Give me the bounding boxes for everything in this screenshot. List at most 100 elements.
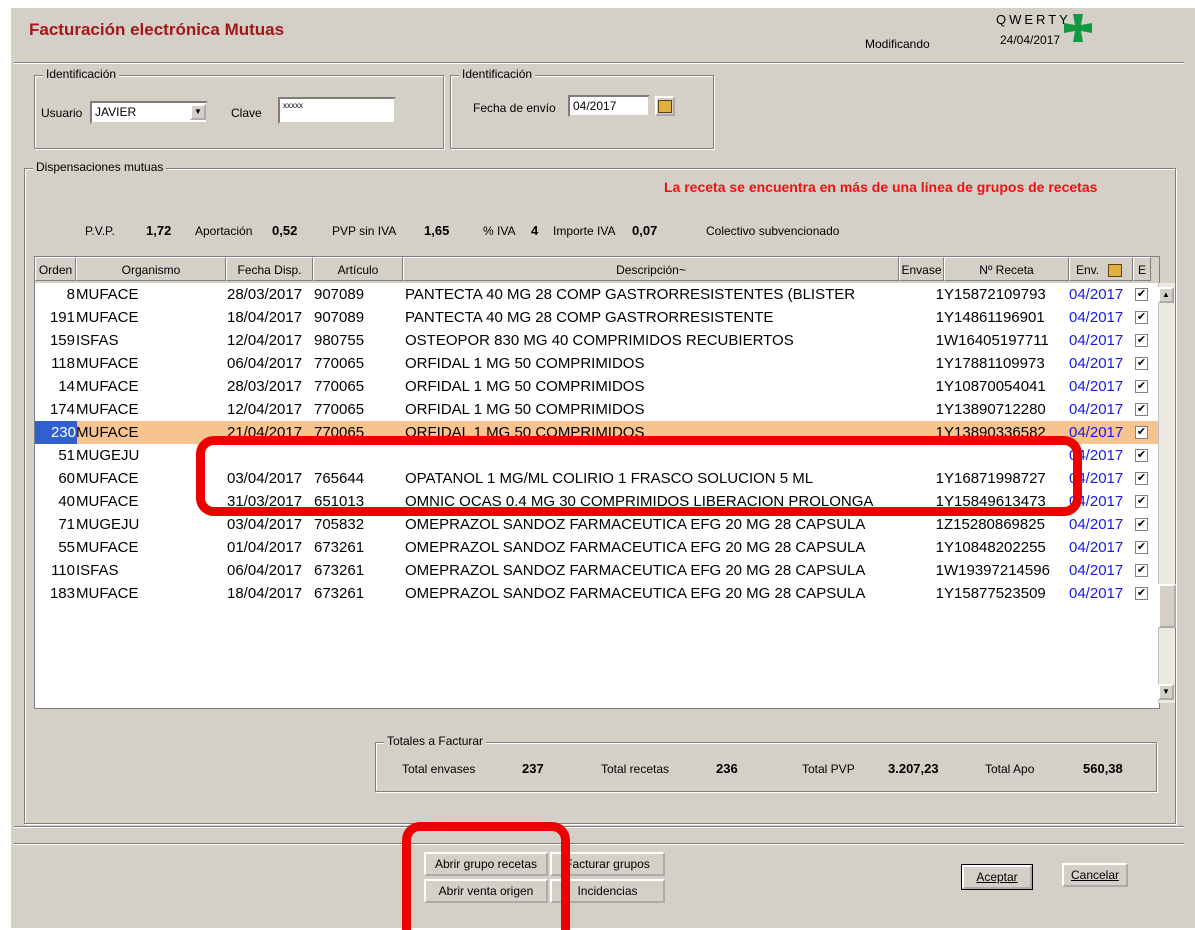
- total-pvp-value: 3.207,23: [888, 761, 939, 776]
- footer-divider: [14, 826, 1184, 828]
- row-checkbox[interactable]: ✔: [1135, 380, 1148, 393]
- total-envases-label: Total envases: [402, 762, 476, 776]
- table-row[interactable]: 55 MUFACE 01/04/2017 673261 OMEPRAZOL SANDOZ…: [35, 536, 1159, 559]
- env-fecha-cell: 04/2017: [1069, 355, 1124, 372]
- orden-cell: 60: [58, 470, 75, 487]
- table-row[interactable]: 191 MUFACE 18/04/2017 907089 PANTECTA 40 MG …: [35, 306, 1159, 329]
- calendar-icon[interactable]: [655, 96, 675, 116]
- fecha-cell: 12/04/2017: [227, 332, 303, 349]
- col-organismo[interactable]: Organismo: [76, 257, 226, 281]
- row-checkbox[interactable]: ✔: [1135, 311, 1148, 324]
- articulo-cell: 907089: [314, 286, 365, 303]
- envase-cell: 1: [935, 516, 944, 533]
- row-checkbox[interactable]: ✔: [1135, 587, 1148, 600]
- totales-group: Totales a Facturar: [375, 734, 1157, 792]
- descripcion-cell: ORFIDAL 1 MG 50 COMPRIMIDOS: [405, 401, 645, 418]
- orden-cell: 71: [58, 516, 75, 533]
- envase-cell: 1: [935, 378, 944, 395]
- orden-cell: 55: [58, 539, 75, 556]
- row-checkbox[interactable]: ✔: [1135, 288, 1148, 301]
- table-row[interactable]: 118 MUFACE 06/04/2017 770065 ORFIDAL 1 MG 50…: [35, 352, 1159, 375]
- table-row[interactable]: 110 ISFAS 06/04/2017 673261 OMEPRAZOL SANDOZ…: [35, 559, 1159, 582]
- aceptar-button[interactable]: Aceptar: [961, 864, 1033, 890]
- fecha-cell: 06/04/2017: [227, 562, 303, 579]
- orden-cell: 230: [35, 421, 77, 444]
- row-checkbox[interactable]: ✔: [1135, 564, 1148, 577]
- total-apo-label: Total Apo: [985, 762, 1035, 776]
- articulo-cell: 980755: [314, 332, 365, 349]
- fecha-envio-value: 04/2017: [573, 99, 617, 113]
- articulo-cell: 673261: [314, 585, 365, 602]
- row-checkbox[interactable]: ✔: [1135, 541, 1148, 554]
- aportacion-label: Aportación: [195, 224, 253, 238]
- env-fecha-cell: 04/2017: [1069, 539, 1124, 556]
- table-row[interactable]: 159 ISFAS 12/04/2017 980755 OSTEOPOR 830 MG …: [35, 329, 1159, 352]
- row-checkbox[interactable]: ✔: [1135, 426, 1148, 439]
- row-checkbox[interactable]: ✔: [1135, 472, 1148, 485]
- total-apo-value: 560,38: [1083, 761, 1123, 776]
- envase-cell: 1: [935, 585, 944, 602]
- col-env-label: Env.: [1076, 263, 1100, 277]
- cancelar-button[interactable]: Cancelar: [1062, 863, 1128, 887]
- table-row[interactable]: 8 MUFACE 28/03/2017 907089 PANTECTA 40 MG 28…: [35, 283, 1159, 306]
- fecha-cell: 18/04/2017: [227, 585, 303, 602]
- env-fecha-cell: 04/2017: [1069, 332, 1124, 349]
- organismo-cell: MUGEJU: [76, 516, 140, 533]
- usuario-value: JAVIER: [95, 105, 137, 119]
- organismo-cell: MUFACE: [76, 378, 139, 395]
- group-title: Totales a Facturar: [384, 734, 487, 748]
- articulo-cell: 907089: [314, 309, 365, 326]
- articulo-cell: 770065: [314, 378, 365, 395]
- clave-value: xxxxx: [283, 101, 303, 110]
- iva-value: 4: [531, 223, 539, 238]
- row-checkbox[interactable]: ✔: [1135, 357, 1148, 370]
- organismo-cell: MUFACE: [76, 401, 139, 418]
- colectivo-label: Colectivo subvencionado: [706, 224, 840, 238]
- col-orden[interactable]: Orden: [35, 257, 76, 281]
- col-envase[interactable]: Envase: [899, 257, 944, 281]
- orden-cell: 8: [66, 286, 75, 303]
- col-e[interactable]: E: [1133, 257, 1151, 281]
- envase-cell: 1: [935, 562, 944, 579]
- fecha-cell: 18/04/2017: [227, 309, 303, 326]
- row-checkbox[interactable]: ✔: [1135, 495, 1148, 508]
- orden-cell: 110: [51, 562, 75, 579]
- receta-cell: W16405197711: [944, 332, 1049, 349]
- receta-cell: Y10870054041: [944, 378, 1046, 395]
- articulo-cell: 770065: [314, 401, 365, 418]
- env-fecha-cell: 04/2017: [1069, 516, 1124, 533]
- descripcion-cell: OMEPRAZOL SANDOZ FARMACEUTICA EFG 20 MG …: [405, 585, 866, 602]
- fecha-envio-field[interactable]: 04/2017: [568, 95, 650, 117]
- iva-label: % IVA: [483, 224, 516, 238]
- env-fecha-cell: 04/2017: [1069, 424, 1124, 441]
- env-fecha-cell: 04/2017: [1069, 286, 1124, 303]
- table-row[interactable]: 174 MUFACE 12/04/2017 770065 ORFIDAL 1 MG 50…: [35, 398, 1159, 421]
- row-checkbox[interactable]: ✔: [1135, 518, 1148, 531]
- receta-cell: Y10848202255: [944, 539, 1046, 556]
- row-checkbox[interactable]: ✔: [1135, 334, 1148, 347]
- descripcion-cell: OMEPRAZOL SANDOZ FARMACEUTICA EFG 20 MG …: [405, 562, 866, 579]
- chevron-down-icon[interactable]: ▼: [190, 104, 206, 120]
- scroll-thumb[interactable]: [1158, 584, 1176, 628]
- articulo-cell: 673261: [314, 539, 365, 556]
- table-row[interactable]: 14 MUFACE 28/03/2017 770065 ORFIDAL 1 MG 50 …: [35, 375, 1159, 398]
- col-articulo[interactable]: Artículo: [313, 257, 403, 281]
- table-row[interactable]: 71 MUGEJU 03/04/2017 705832 OMEPRAZOL SANDOZ…: [35, 513, 1159, 536]
- orden-cell: 174: [49, 401, 75, 418]
- row-checkbox[interactable]: ✔: [1135, 449, 1148, 462]
- orden-cell: 159: [49, 332, 75, 349]
- receta-cell: Y17881109973: [944, 355, 1045, 372]
- col-env[interactable]: Env.: [1069, 257, 1133, 281]
- env-fecha-cell: 04/2017: [1069, 401, 1124, 418]
- envase-cell: 1: [935, 332, 944, 349]
- scroll-up-icon[interactable]: ▲: [1158, 287, 1174, 303]
- col-descripcion[interactable]: Descripción~: [403, 257, 899, 281]
- table-row[interactable]: 183 MUFACE 18/04/2017 673261 OMEPRAZOL SANDO…: [35, 582, 1159, 605]
- col-receta[interactable]: Nº Receta: [944, 257, 1069, 281]
- col-fecha[interactable]: Fecha Disp.: [226, 257, 313, 281]
- row-checkbox[interactable]: ✔: [1135, 403, 1148, 416]
- clave-field[interactable]: xxxxx: [278, 97, 396, 124]
- descripcion-cell: OMEPRAZOL SANDOZ FARMACEUTICA EFG 20 MG …: [405, 516, 866, 533]
- scroll-down-icon[interactable]: ▼: [1158, 684, 1174, 700]
- grid-scrollbar[interactable]: [1158, 283, 1175, 703]
